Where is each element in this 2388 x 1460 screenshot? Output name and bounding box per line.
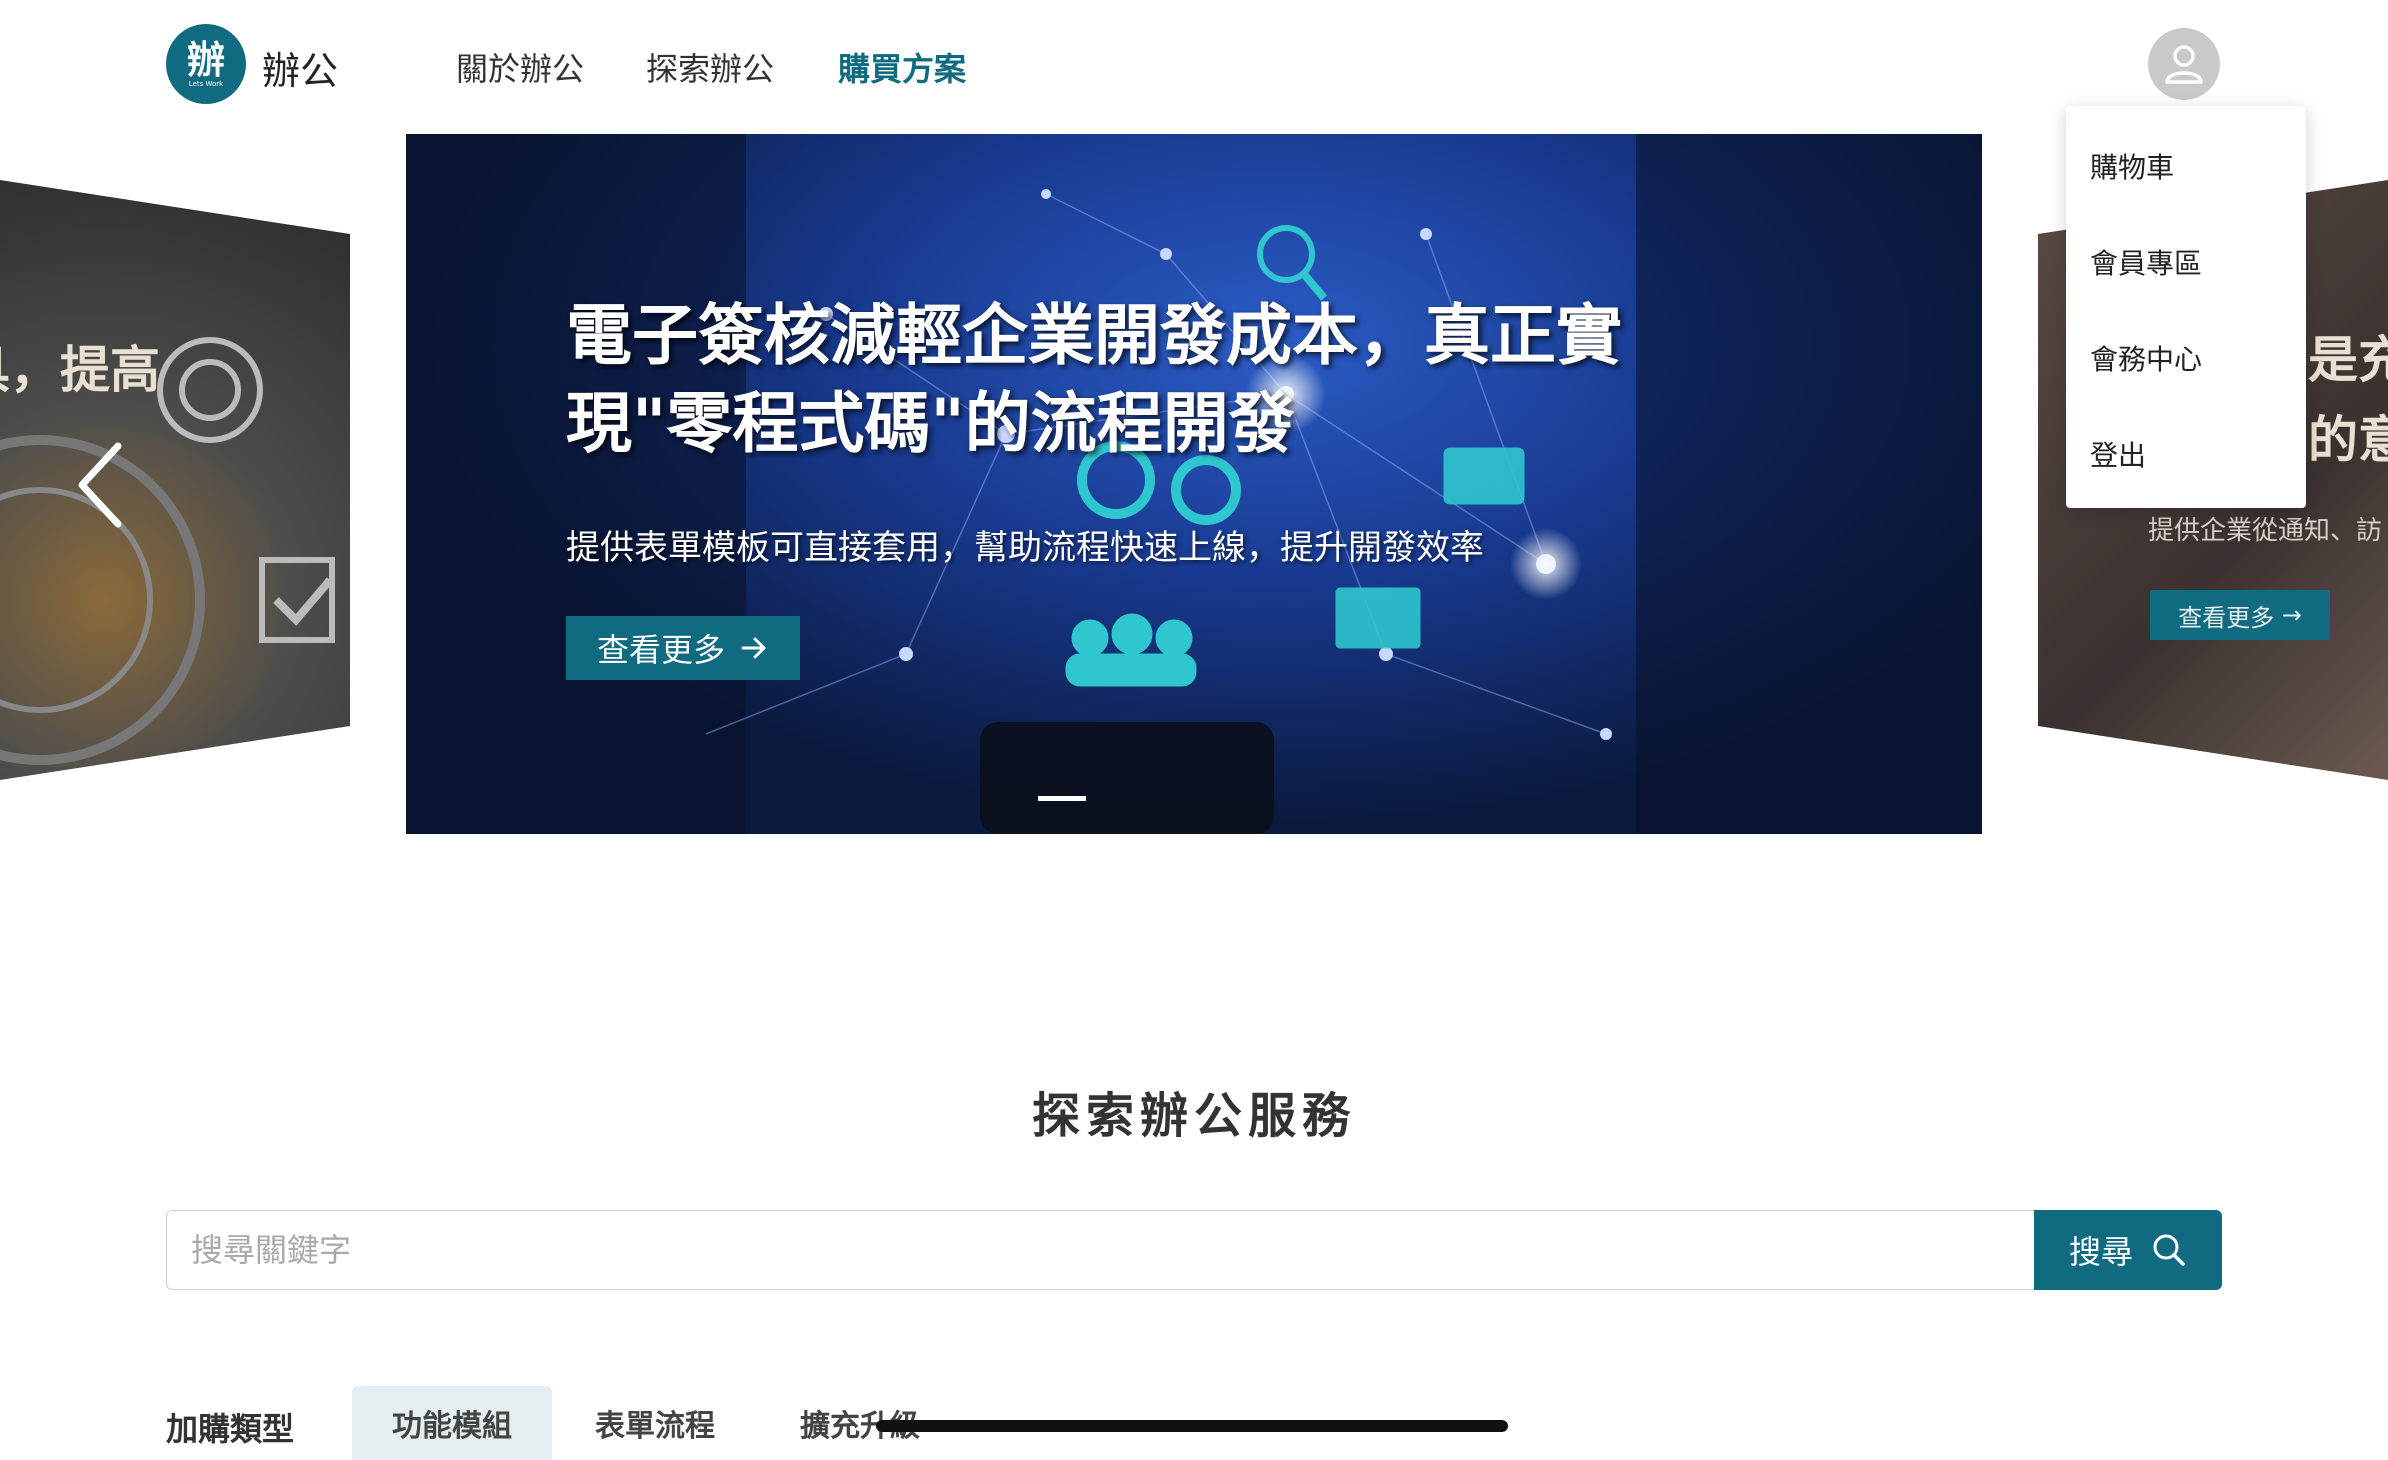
search-input[interactable] bbox=[166, 1210, 2036, 1290]
next-slide-title: 是充 的意 bbox=[2308, 331, 2388, 469]
tab-form-flows[interactable]: 表單流程 bbox=[568, 1386, 742, 1460]
chevron-left-icon[interactable] bbox=[72, 440, 132, 530]
carousel-prev-slide: 具，提高 bbox=[0, 180, 350, 780]
user-dropdown-menu: 購物車 會員專區 會務中心 登出 bbox=[2066, 106, 2306, 508]
section-title: 探索辦公服務 bbox=[1031, 1088, 1356, 1144]
user-icon bbox=[2165, 45, 2203, 84]
network-illustration bbox=[406, 134, 1982, 834]
hero-slide: 電子簽核減輕企業開發成本，真正實現"零程式碼"的流程開發 提供表單模板可直接套用… bbox=[406, 134, 1982, 834]
menu-item-member[interactable]: 會員專區 bbox=[2090, 242, 2202, 282]
next-slide-desc: 提供企業從通知、訪 bbox=[2148, 516, 2383, 546]
brand-name[interactable]: 辦公 bbox=[262, 40, 338, 95]
carousel-indicator[interactable] bbox=[1038, 796, 1086, 801]
hero-title: 電子簽核減輕企業開發成本，真正實現"零程式碼"的流程開發 bbox=[566, 297, 1622, 462]
next-slide-button: 查看更多 → bbox=[2150, 590, 2330, 640]
search-button[interactable]: 搜尋 bbox=[2034, 1210, 2222, 1290]
nav-explore[interactable]: 探索辦公 bbox=[646, 44, 774, 90]
menu-item-affairs[interactable]: 會務中心 bbox=[2090, 338, 2202, 378]
category-label: 加購類型 bbox=[166, 1410, 295, 1448]
hero-description: 提供表單模板可直接套用，幫助流程快速上線，提升開發效率 bbox=[566, 528, 1484, 568]
nav-pricing[interactable]: 購買方案 bbox=[838, 44, 966, 90]
hero-more-button[interactable]: 查看更多 bbox=[566, 616, 800, 680]
search-icon bbox=[2153, 1234, 2185, 1266]
horizontal-scrollbar[interactable] bbox=[876, 1420, 1508, 1432]
slide-decoration bbox=[0, 337, 335, 765]
tab-feature-modules[interactable]: 功能模組 bbox=[352, 1386, 552, 1460]
menu-item-logout[interactable]: 登出 bbox=[2090, 434, 2146, 474]
menu-item-cart[interactable]: 購物車 bbox=[2090, 146, 2174, 186]
next-slide-button-label: 查看更多 bbox=[2178, 603, 2275, 632]
logo-subtitle: Lets Work bbox=[188, 80, 224, 88]
user-avatar-button[interactable] bbox=[2148, 28, 2220, 100]
nav-about[interactable]: 關於辦公 bbox=[456, 44, 584, 90]
arrow-right-icon bbox=[741, 637, 766, 659]
hero-more-button-label: 查看更多 bbox=[596, 631, 725, 669]
prev-slide-title: 具，提高 bbox=[0, 341, 160, 399]
logo-glyph: 辦 bbox=[186, 38, 225, 82]
logo[interactable]: 辦 Lets Work bbox=[166, 24, 246, 104]
search-button-label: 搜尋 bbox=[2068, 1233, 2133, 1271]
